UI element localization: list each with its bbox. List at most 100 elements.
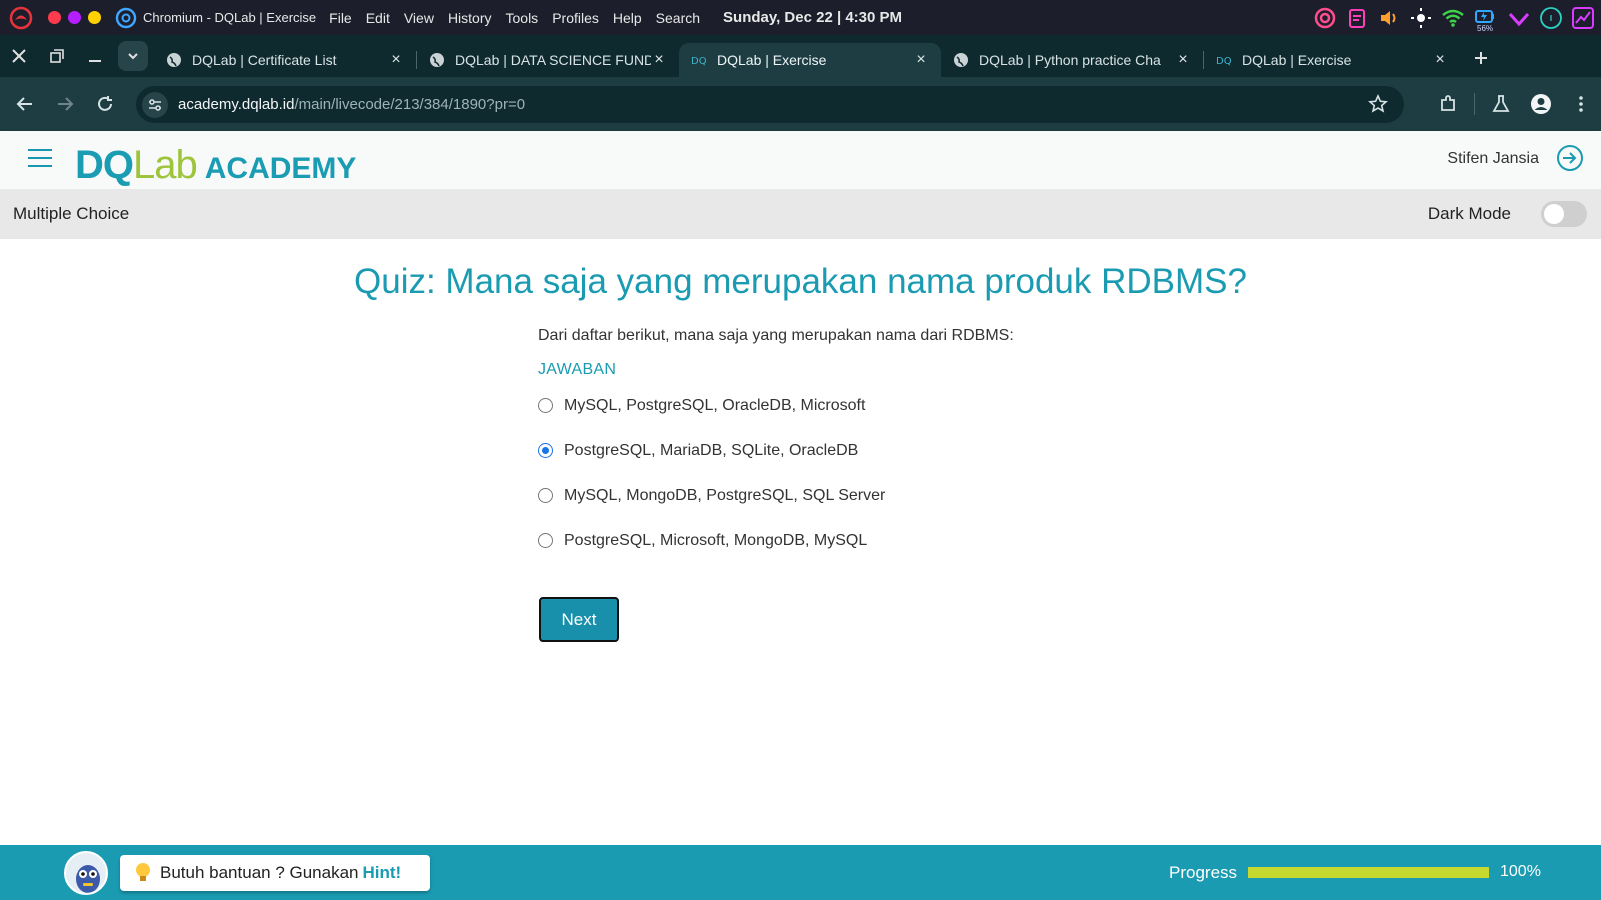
tab-exercise-active[interactable]: DQ DQLab | Exercise ×: [679, 43, 941, 77]
activity-chart-icon[interactable]: [1571, 6, 1595, 30]
question-text: Dari daftar berikut, mana saja yang meru…: [538, 327, 1014, 344]
progress-bar: [1248, 867, 1489, 878]
dark-mode-toggle[interactable]: [1541, 201, 1587, 227]
bookmark-star-icon[interactable]: [1368, 94, 1388, 114]
url-path: /main/livecode/213/384/1890?pr=0: [294, 96, 526, 113]
progress-bar-fill: [1248, 867, 1489, 878]
quiz-body: Dari daftar berikut, mana saja yang meru…: [538, 327, 1238, 563]
tab-close-icon[interactable]: ×: [1175, 51, 1191, 69]
menu-tools[interactable]: Tools: [499, 10, 546, 26]
tab-data-science-fund[interactable]: DQLab | DATA SCIENCE FUND ×: [417, 43, 679, 77]
tab-close-icon[interactable]: ×: [651, 51, 667, 69]
exercise-type-label: Multiple Choice: [13, 204, 130, 223]
exercise-subheader: Multiple Choice Dark Mode: [0, 189, 1601, 239]
menu-file[interactable]: File: [322, 10, 359, 26]
minimize-window-dot[interactable]: [68, 11, 81, 24]
heart-check-icon[interactable]: [1507, 6, 1531, 30]
menu-help[interactable]: Help: [606, 10, 649, 26]
tab-python-practice[interactable]: DQLab | Python practice Cha ×: [941, 43, 1203, 77]
chevron-down-icon: [128, 53, 138, 60]
close-icon: [12, 49, 26, 63]
site-info-button[interactable]: [142, 91, 168, 118]
answer-option[interactable]: MySQL, PostgreSQL, OracleDB, Microsoft: [538, 383, 1238, 428]
back-button[interactable]: [5, 84, 45, 124]
notes-icon[interactable]: [1345, 6, 1369, 30]
progress-value: 100%: [1500, 863, 1541, 880]
browser-menu-button[interactable]: [1561, 84, 1601, 124]
system-clock[interactable]: Sunday, Dec 22 | 4:30 PM: [723, 9, 902, 26]
profile-button[interactable]: [1521, 84, 1561, 124]
tab-title: DQLab | Exercise: [1242, 52, 1352, 68]
hint-link[interactable]: Hint!: [363, 863, 402, 883]
user-name[interactable]: Stifen Jansia: [1447, 150, 1539, 168]
tab-exercise[interactable]: DQ DQLab | Exercise ×: [1204, 43, 1460, 77]
new-tab-button[interactable]: [1474, 45, 1488, 71]
window-traffic-lights: [48, 11, 101, 24]
option-label: PostgreSQL, MariaDB, SQLite, OracleDB: [564, 441, 859, 459]
logo-academy: ACADEMY: [204, 152, 357, 185]
dqlab-icon: DQ: [1216, 56, 1232, 67]
option-label: MySQL, PostgreSQL, OracleDB, Microsoft: [564, 396, 866, 414]
svg-text:DQ: DQ: [691, 56, 707, 67]
url-text[interactable]: academy.dqlab.id/main/livecode/213/384/1…: [178, 96, 525, 113]
radio-button-selected[interactable]: [538, 443, 553, 458]
os-top-bar: Chromium - DQLab | Exercise File Edit Vi…: [0, 0, 1601, 35]
menu-view[interactable]: View: [397, 10, 441, 26]
radio-button[interactable]: [538, 488, 553, 503]
tab-search-button[interactable]: [118, 41, 148, 71]
globe-icon: [430, 53, 444, 67]
restore-icon: [50, 49, 64, 63]
menu-search[interactable]: Search: [649, 10, 707, 26]
arrow-right-icon: [58, 97, 74, 111]
next-button[interactable]: Next: [539, 597, 619, 642]
answer-option[interactable]: MySQL, MongoDB, PostgreSQL, SQL Server: [538, 473, 1238, 518]
dqlab-academy-logo[interactable]: DQ Lab ACADEMY: [75, 141, 356, 185]
volume-icon[interactable]: [1377, 6, 1401, 30]
close-window-dot[interactable]: [48, 11, 61, 24]
app-menu-bar: File Edit View History Tools Profiles He…: [322, 10, 707, 26]
hamburger-menu-icon[interactable]: [28, 149, 52, 169]
tab-title: DQLab | DATA SCIENCE FUND: [455, 52, 651, 68]
quiz-title: Quiz: Mana saja yang merupakan nama prod…: [354, 262, 1247, 301]
option-label: MySQL, MongoDB, PostgreSQL, SQL Server: [564, 486, 886, 504]
hint-button[interactable]: Butuh bantuan ? Gunakan Hint!: [120, 855, 430, 891]
address-bar[interactable]: academy.dqlab.id/main/livecode/213/384/1…: [136, 86, 1404, 123]
focus-target-icon[interactable]: [1313, 6, 1337, 30]
lightbulb-icon: [136, 863, 150, 881]
user-circle-icon[interactable]: [1539, 6, 1563, 30]
labs-button[interactable]: [1481, 84, 1521, 124]
tab-close-icon[interactable]: ×: [913, 51, 929, 69]
mascot-avatar[interactable]: [64, 851, 108, 895]
battery-indicator[interactable]: 56%: [1473, 5, 1499, 33]
minimize-browser-button[interactable]: [76, 35, 114, 77]
extensions-button[interactable]: [1428, 84, 1468, 124]
reload-button[interactable]: [85, 84, 125, 124]
menu-history[interactable]: History: [441, 10, 499, 26]
radio-button[interactable]: [538, 398, 553, 413]
brightness-icon[interactable]: [1409, 6, 1433, 30]
os-logo-icon[interactable]: [8, 5, 34, 31]
maximize-window-dot[interactable]: [88, 11, 101, 24]
answer-option[interactable]: PostgreSQL, Microsoft, MongoDB, MySQL: [538, 518, 1238, 563]
mascot-icon: [76, 865, 100, 893]
restore-window-button[interactable]: [38, 35, 76, 77]
wifi-icon[interactable]: [1441, 6, 1465, 30]
active-app-name: Chromium - DQLab | Exercise: [143, 10, 317, 25]
answer-option[interactable]: PostgreSQL, MariaDB, SQLite, OracleDB: [538, 428, 1238, 473]
minimize-icon: [89, 60, 101, 62]
globe-icon: [167, 53, 181, 67]
tab-close-icon[interactable]: ×: [388, 51, 404, 69]
tab-close-icon[interactable]: ×: [1432, 51, 1448, 69]
forward-button[interactable]: [45, 84, 85, 124]
toggle-knob: [1544, 204, 1564, 224]
system-tray: 56%: [1313, 5, 1595, 33]
logout-icon[interactable]: [1555, 143, 1585, 173]
close-browser-button[interactable]: [0, 35, 38, 77]
tab-title: DQLab | Python practice Cha: [979, 52, 1161, 68]
radio-button[interactable]: [538, 533, 553, 548]
answer-options: MySQL, PostgreSQL, OracleDB, Microsoft P…: [538, 383, 1238, 563]
menu-edit[interactable]: Edit: [359, 10, 397, 26]
menu-profiles[interactable]: Profiles: [545, 10, 606, 26]
plus-icon: [1475, 52, 1487, 64]
tab-certificate-list[interactable]: DQLab | Certificate List ×: [154, 43, 416, 77]
